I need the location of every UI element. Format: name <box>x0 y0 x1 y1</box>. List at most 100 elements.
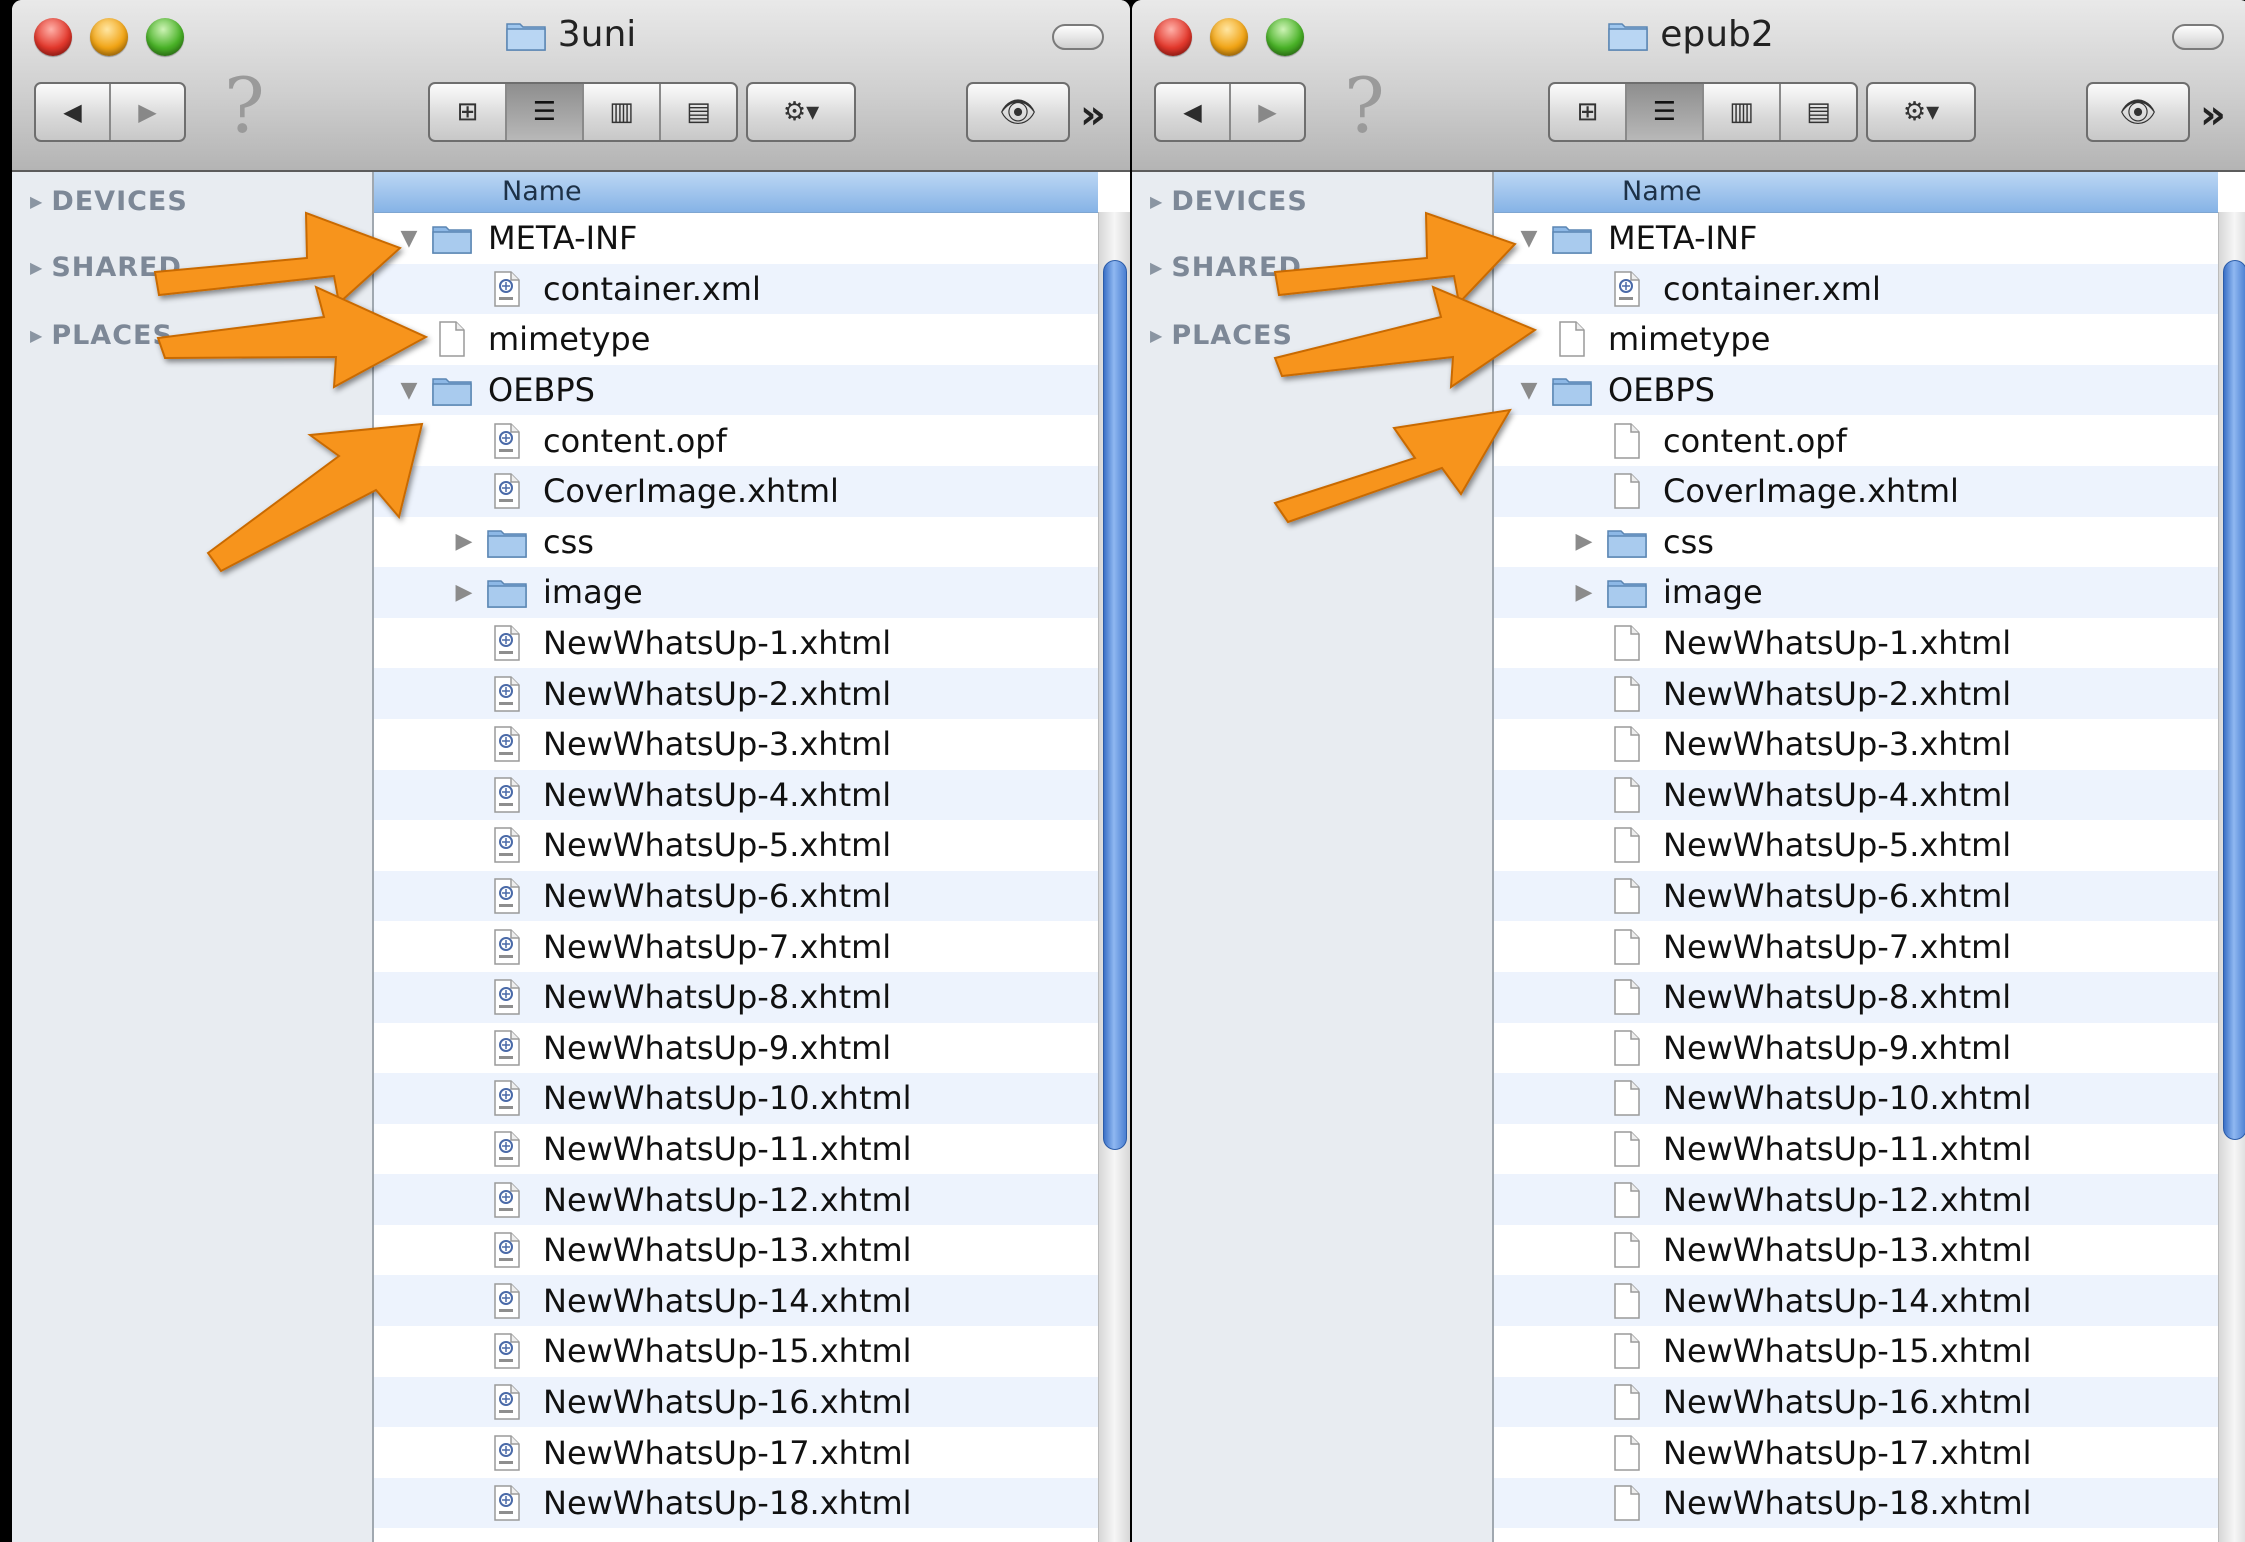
name-column-header[interactable]: Name <box>374 172 1098 213</box>
file-row[interactable]: NewWhatsUp-17.xhtml <box>374 1427 1098 1478</box>
folder-row[interactable]: ▶ image <box>374 567 1098 618</box>
question-mark-icon[interactable]: ? <box>1344 68 1385 144</box>
file-row[interactable]: NewWhatsUp-12.xhtml <box>374 1174 1098 1225</box>
back-button[interactable]: ◀ <box>36 84 109 140</box>
file-row[interactable]: NewWhatsUp-1.xhtml <box>374 618 1098 669</box>
file-row[interactable]: NewWhatsUp-11.xhtml <box>374 1124 1098 1175</box>
folder-row[interactable]: ▼ META-INF <box>1494 213 2218 264</box>
file-row[interactable]: NewWhatsUp-2.xhtml <box>374 668 1098 719</box>
vertical-scrollbar[interactable] <box>2218 212 2245 1542</box>
file-row[interactable]: NewWhatsUp-8.xhtml <box>1494 971 2218 1023</box>
sidebar-section-places[interactable]: ▶ PLACES <box>30 320 173 351</box>
file-row[interactable]: mimetype <box>1494 314 2218 365</box>
sidebar: ▶ DEVICES ▶ SHARED ▶ PLACES <box>1132 172 1494 1542</box>
disclosure-closed-icon[interactable]: ▶ <box>449 580 479 605</box>
file-row[interactable]: NewWhatsUp-2.xhtml <box>1494 668 2218 719</box>
file-row[interactable]: NewWhatsUp-13.xhtml <box>374 1225 1098 1276</box>
file-row[interactable]: NewWhatsUp-10.xhtml <box>374 1073 1098 1124</box>
quicklook-button[interactable]: 👁 <box>966 82 1070 142</box>
folder-row[interactable]: ▼ OEBPS <box>374 364 1098 416</box>
file-row[interactable]: NewWhatsUp-13.xhtml <box>1494 1225 2218 1276</box>
folder-row[interactable]: ▶ css <box>1494 517 2218 568</box>
vertical-scrollbar[interactable] <box>1098 212 1130 1542</box>
sidebar-section-devices[interactable]: ▶ DEVICES <box>30 186 188 217</box>
file-row[interactable]: content.opf <box>1494 415 2218 466</box>
file-row[interactable]: NewWhatsUp-11.xhtml <box>1494 1124 2218 1175</box>
file-row[interactable]: container.xml <box>374 263 1098 315</box>
scrollbar-thumb[interactable] <box>1103 260 1127 1150</box>
file-row[interactable]: NewWhatsUp-10.xhtml <box>1494 1073 2218 1124</box>
toolbar-toggle-button[interactable] <box>1052 24 1104 50</box>
file-row[interactable]: NewWhatsUp-6.xhtml <box>1494 870 2218 922</box>
disclosure-closed-icon[interactable]: ▶ <box>449 529 479 554</box>
scrollbar-thumb[interactable] <box>2223 260 2245 1140</box>
file-row[interactable]: NewWhatsUp-5.xhtml <box>1494 820 2218 871</box>
chevron-double-right-icon[interactable]: » <box>2200 92 2226 138</box>
file-row[interactable]: CoverImage.xhtml <box>1494 465 2218 517</box>
disclosure-open-icon[interactable]: ▼ <box>1514 378 1544 403</box>
toolbar-toggle-button[interactable] <box>2172 24 2224 50</box>
file-row[interactable]: NewWhatsUp-3.xhtml <box>1494 719 2218 770</box>
file-icon-wrap <box>1607 1079 1647 1117</box>
chevron-double-right-icon[interactable]: » <box>1080 92 1106 138</box>
file-row[interactable]: NewWhatsUp-8.xhtml <box>374 971 1098 1023</box>
file-row[interactable]: CoverImage.xhtml <box>374 465 1098 517</box>
file-row[interactable]: NewWhatsUp-18.xhtml <box>374 1477 1098 1529</box>
column-view-button[interactable]: ▥ <box>582 84 659 140</box>
file-row[interactable]: NewWhatsUp-17.xhtml <box>1494 1427 2218 1478</box>
file-row[interactable]: NewWhatsUp-16.xhtml <box>1494 1376 2218 1428</box>
sidebar-section-shared[interactable]: ▶ SHARED <box>1150 252 1302 283</box>
file-row[interactable]: NewWhatsUp-3.xhtml <box>374 719 1098 770</box>
disclosure-closed-icon[interactable]: ▶ <box>1569 529 1599 554</box>
disclosure-open-icon[interactable]: ▼ <box>394 226 424 251</box>
folder-row[interactable]: ▶ css <box>374 517 1098 568</box>
sidebar-section-shared[interactable]: ▶ SHARED <box>30 252 182 283</box>
sidebar-section-devices[interactable]: ▶ DEVICES <box>1150 186 1308 217</box>
question-mark-icon[interactable]: ? <box>224 68 265 144</box>
file-row[interactable]: NewWhatsUp-1.xhtml <box>1494 618 2218 669</box>
file-row[interactable]: NewWhatsUp-16.xhtml <box>374 1376 1098 1428</box>
file-row[interactable]: NewWhatsUp-15.xhtml <box>1494 1326 2218 1377</box>
disclosure-closed-icon[interactable]: ▶ <box>1569 580 1599 605</box>
file-row[interactable]: mimetype <box>374 314 1098 365</box>
file-row[interactable]: NewWhatsUp-5.xhtml <box>374 820 1098 871</box>
sidebar-section-places[interactable]: ▶ PLACES <box>1150 320 1293 351</box>
file-row[interactable]: NewWhatsUp-6.xhtml <box>374 870 1098 922</box>
file-icon-wrap <box>487 978 527 1016</box>
forward-button[interactable]: ▶ <box>109 84 184 140</box>
back-button[interactable]: ◀ <box>1156 84 1229 140</box>
list-view-button[interactable]: ☰ <box>505 84 582 140</box>
forward-button[interactable]: ▶ <box>1229 84 1304 140</box>
file-row[interactable]: NewWhatsUp-18.xhtml <box>1494 1477 2218 1529</box>
file-row[interactable]: NewWhatsUp-4.xhtml <box>1494 769 2218 821</box>
name-column-header[interactable]: Name <box>1494 172 2218 213</box>
file-row[interactable]: NewWhatsUp-9.xhtml <box>1494 1023 2218 1074</box>
icon-view-button[interactable]: ⊞ <box>430 84 505 140</box>
file-row[interactable]: container.xml <box>1494 263 2218 315</box>
folder-row[interactable]: ▶ image <box>1494 567 2218 618</box>
coverflow-view-button[interactable]: ▤ <box>1779 84 1856 140</box>
folder-row[interactable]: ▼ OEBPS <box>1494 364 2218 416</box>
file-row[interactable]: NewWhatsUp-9.xhtml <box>374 1023 1098 1074</box>
file-row[interactable]: NewWhatsUp-12.xhtml <box>1494 1174 2218 1225</box>
disclosure-open-icon[interactable]: ▼ <box>394 378 424 403</box>
file-name: NewWhatsUp-3.xhtml <box>543 725 892 764</box>
folder-row[interactable]: ▼ META-INF <box>374 213 1098 264</box>
action-button[interactable]: ⚙▾ <box>746 82 856 142</box>
column-view-icon: ▥ <box>609 97 634 127</box>
file-row[interactable]: NewWhatsUp-7.xhtml <box>374 921 1098 972</box>
action-button[interactable]: ⚙▾ <box>1866 82 1976 142</box>
file-row[interactable]: NewWhatsUp-15.xhtml <box>374 1326 1098 1377</box>
file-row[interactable]: content.opf <box>374 415 1098 466</box>
file-row[interactable]: NewWhatsUp-14.xhtml <box>374 1275 1098 1327</box>
icon-view-button[interactable]: ⊞ <box>1550 84 1625 140</box>
file-row[interactable]: NewWhatsUp-7.xhtml <box>1494 921 2218 972</box>
coverflow-view-button[interactable]: ▤ <box>659 84 736 140</box>
disclosure-open-icon[interactable]: ▼ <box>1514 226 1544 251</box>
document-icon <box>439 321 465 358</box>
column-view-button[interactable]: ▥ <box>1702 84 1779 140</box>
file-row[interactable]: NewWhatsUp-4.xhtml <box>374 769 1098 821</box>
list-view-button[interactable]: ☰ <box>1625 84 1702 140</box>
file-row[interactable]: NewWhatsUp-14.xhtml <box>1494 1275 2218 1327</box>
quicklook-button[interactable]: 👁 <box>2086 82 2190 142</box>
